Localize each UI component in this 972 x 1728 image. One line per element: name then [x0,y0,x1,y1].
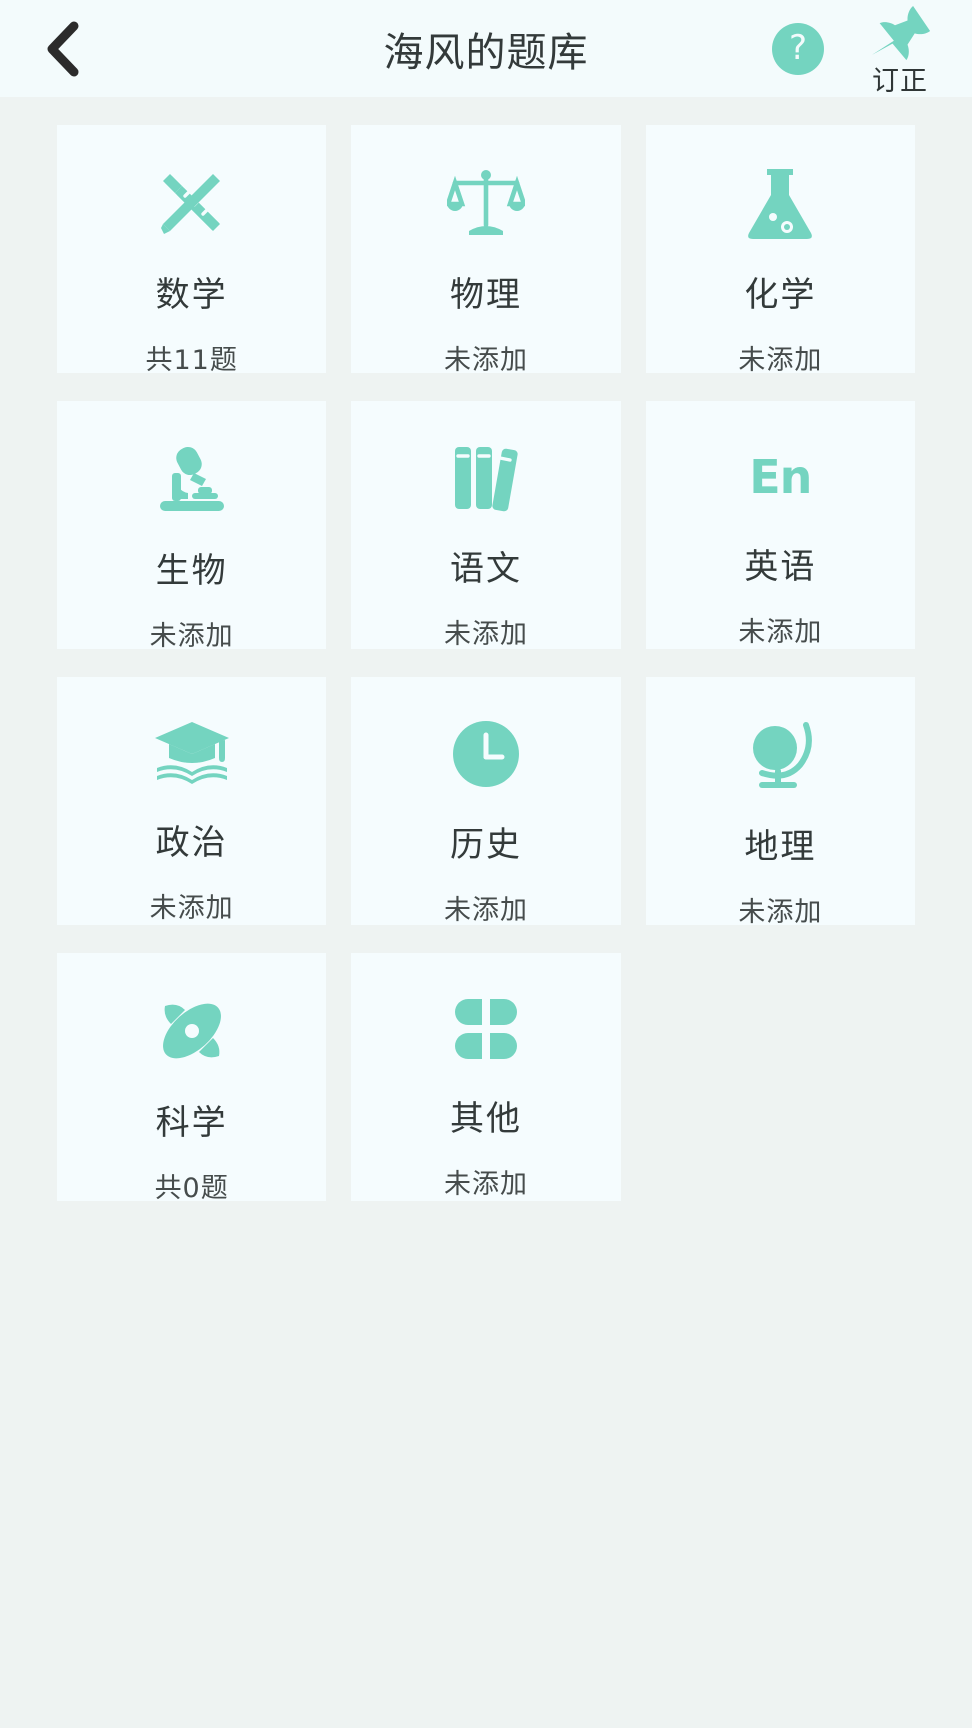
correction-button[interactable]: 订正 [854,3,946,98]
subject-card-geography[interactable]: 地理 未添加 [645,677,915,928]
clock-icon [351,719,620,789]
subject-name: 语文 [449,549,522,589]
subject-card-chemistry[interactable]: 化学 未添加 [645,125,915,376]
subject-name: 英语 [744,547,817,587]
subject-card-physics[interactable]: 物理 未添加 [351,125,621,376]
chevron-left-icon [43,21,83,77]
subject-status: 未添加 [738,897,823,928]
en-label: En [749,450,812,504]
subject-card-other[interactable]: 其他 未添加 [351,953,621,1201]
subject-card-politics[interactable]: 政治 未添加 [57,677,327,925]
subject-card-math[interactable]: 数学 共11题 [57,125,327,376]
books-icon [351,443,620,513]
four-petal-icon [351,995,620,1063]
correction-label: 订正 [872,66,928,97]
subject-status: 未添加 [443,895,528,926]
question-mark-icon: ? [788,27,808,68]
subject-name: 其他 [449,1099,522,1139]
subject-name: 化学 [744,275,817,315]
subject-name: 政治 [155,823,228,863]
subject-card-science[interactable]: 科学 共0题 [57,953,327,1204]
app-header: 海风的题库 ? 订正 [0,0,972,97]
subject-card-english[interactable]: En 英语 未添加 [645,401,915,649]
pencil-ruler-icon [57,167,326,239]
subject-status: 未添加 [149,893,234,924]
subject-name: 生物 [155,551,228,591]
help-button[interactable]: ? [772,22,824,75]
globe-stand-icon [646,719,915,791]
subject-status: 未添加 [443,1169,528,1200]
microscope-icon [57,443,326,515]
subject-status: 未添加 [443,619,528,650]
en-text-icon: En [646,443,915,511]
pushpin-icon [869,3,931,61]
subject-status: 未添加 [738,345,823,376]
app-root: 海风的题库 ? 订正 数学 共11题 物理 未添加 化学 未添加 生物 未添加 … [0,0,972,1728]
subject-name: 物理 [449,275,522,315]
subject-status: 共0题 [154,1173,229,1204]
balance-scale-icon [351,167,620,239]
subject-name: 地理 [744,827,817,867]
subject-grid: 数学 共11题 物理 未添加 化学 未添加 生物 未添加 语文 未添加 En 英… [0,97,972,1204]
subject-card-history[interactable]: 历史 未添加 [351,677,621,926]
subject-status: 未添加 [738,617,823,648]
flask-icon [646,167,915,239]
subject-card-biology[interactable]: 生物 未添加 [57,401,327,652]
graduation-cap-book-icon [57,719,326,787]
subject-card-chinese[interactable]: 语文 未添加 [351,401,621,650]
back-button[interactable] [26,12,100,86]
subject-status: 未添加 [149,621,234,652]
subject-status: 共11题 [145,345,238,376]
subject-status: 未添加 [443,345,528,376]
header-actions: ? 订正 [772,0,946,98]
subject-name: 科学 [155,1103,228,1143]
atom-orbit-icon [57,995,326,1067]
subject-name: 历史 [449,825,522,865]
subject-name: 数学 [155,275,228,315]
